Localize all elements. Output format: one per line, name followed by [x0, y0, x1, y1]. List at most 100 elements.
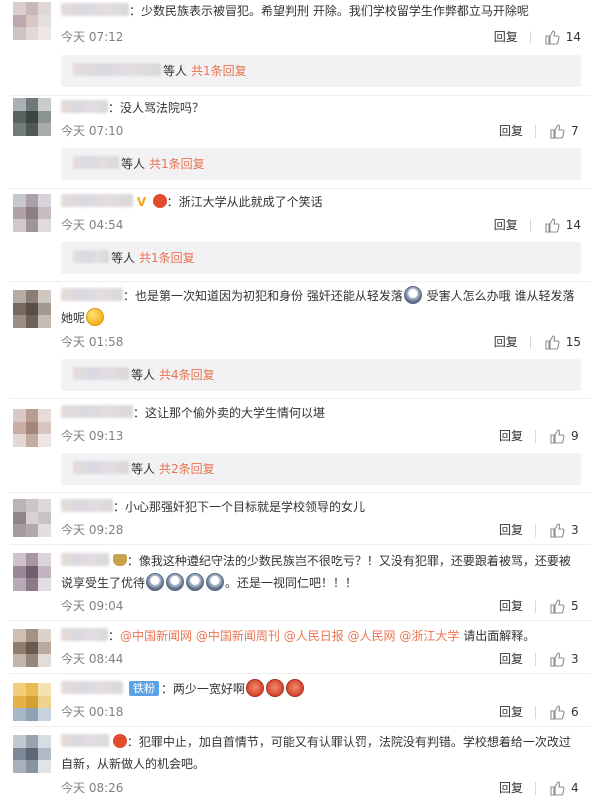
more-replies-link[interactable]: 共4条回复	[159, 368, 215, 382]
reply-button[interactable]: 回复	[499, 428, 523, 444]
crown-badge-icon	[112, 554, 127, 566]
username-blurred[interactable]	[61, 100, 108, 113]
like-icon[interactable]	[544, 334, 560, 350]
like-icon[interactable]	[549, 780, 565, 796]
username-blurred[interactable]	[61, 553, 109, 566]
mention-link[interactable]: @浙江大学	[399, 629, 459, 643]
divider	[535, 599, 536, 613]
comment-text-continuation: 她呢	[61, 307, 591, 329]
mention-link[interactable]: @中国新闻网	[120, 629, 192, 643]
username-blurred[interactable]	[73, 367, 129, 380]
like-count: 14	[565, 30, 581, 44]
avatar[interactable]	[13, 499, 51, 537]
like-icon[interactable]	[544, 217, 560, 233]
sub-replies-box[interactable]: 等人 共4条回复	[61, 359, 581, 391]
sub-replies-box[interactable]: 等人 共2条回复	[61, 453, 581, 485]
comment-text: ：这让那个偷外卖的大学生情何以堪	[61, 402, 591, 424]
like-icon[interactable]	[549, 651, 565, 667]
crying-emoji-icon	[166, 573, 185, 591]
more-replies-link[interactable]: 共2条回复	[159, 462, 215, 476]
level-badge-icon	[152, 194, 167, 208]
divider	[10, 398, 591, 399]
comment-actions: 回复 14	[494, 217, 581, 233]
username-blurred[interactable]	[61, 734, 109, 747]
reply-button[interactable]: 回复	[499, 123, 523, 139]
comment-time: 今天 08:26	[61, 781, 124, 795]
avatar[interactable]	[13, 98, 51, 136]
sub-replies-box[interactable]: 等人 共1条回复	[61, 242, 581, 274]
comment-text: ：也是第一次知道因为初犯和身份 强奸还能从轻发落 受害人怎么办哦 谁从轻发落	[61, 285, 591, 307]
comment-actions: 回复 3	[499, 651, 581, 667]
like-count: 5	[571, 599, 579, 613]
mention-link[interactable]: @中国新闻周刊	[196, 629, 280, 643]
username-blurred[interactable]	[61, 681, 123, 694]
avatar[interactable]	[13, 2, 51, 40]
username-blurred[interactable]	[73, 156, 119, 169]
username-blurred[interactable]	[61, 288, 123, 301]
username-blurred[interactable]	[61, 628, 108, 641]
like-icon[interactable]	[549, 522, 565, 538]
divider	[529, 30, 531, 44]
reply-button[interactable]: 回复	[499, 651, 523, 667]
reply-button[interactable]: 回复	[499, 704, 523, 720]
like-icon[interactable]	[544, 29, 560, 45]
divider	[10, 95, 591, 96]
username-blurred[interactable]	[61, 499, 113, 512]
sub-replies-box[interactable]: 等人 共1条回复	[61, 148, 581, 180]
divider	[535, 705, 536, 719]
avatar[interactable]	[13, 553, 51, 591]
comment-text-continuation: 自新，从新做人的机会吧。	[61, 757, 206, 771]
divider	[535, 429, 536, 443]
comment-time: 今天 09:28	[61, 523, 124, 537]
username-blurred[interactable]	[73, 63, 161, 76]
comment-time: 今天 09:04	[61, 599, 124, 613]
like-icon[interactable]	[549, 123, 565, 139]
comment-text: ：@中国新闻网 @中国新闻周刊 @人民日报 @人民网 @浙江大学 请出面解释。	[61, 625, 591, 647]
mention-link[interactable]: @人民网	[348, 629, 396, 643]
mention-link[interactable]: @人民日报	[284, 629, 344, 643]
comment-actions: 回复 15	[494, 334, 581, 350]
reply-button[interactable]: 回复	[499, 780, 523, 796]
crying-emoji-icon	[206, 573, 225, 591]
like-count: 3	[571, 523, 579, 537]
avatar[interactable]	[13, 629, 51, 667]
username-blurred[interactable]	[61, 194, 133, 207]
like-icon[interactable]	[549, 598, 565, 614]
pig-emoji-icon	[245, 679, 264, 697]
username-blurred[interactable]	[73, 250, 109, 263]
comment-time: 今天 00:18	[61, 705, 124, 719]
divider	[10, 726, 591, 727]
divider	[10, 620, 591, 621]
reply-button[interactable]: 回复	[494, 334, 518, 350]
avatar[interactable]	[13, 290, 51, 328]
like-icon[interactable]	[549, 428, 565, 444]
username-blurred[interactable]	[61, 3, 129, 16]
comment-time: 今天 07:12	[61, 30, 124, 44]
reply-button[interactable]: 回复	[494, 29, 518, 45]
comment-actions: 回复 4	[499, 780, 581, 796]
username-blurred[interactable]	[61, 405, 133, 418]
fan-badge: 铁粉	[128, 681, 159, 696]
pig-emoji-icon	[265, 679, 284, 697]
sub-replies-box[interactable]: 等人 共1条回复	[61, 55, 581, 87]
like-count: 9	[571, 429, 579, 443]
like-count: 15	[565, 335, 581, 349]
reply-button[interactable]: 回复	[494, 217, 518, 233]
comment-time: 今天 08:44	[61, 652, 124, 666]
comment-text: ：像我这种遵纪守法的少数民族岂不很吃亏？！又没有犯罪，还要跟着被骂，还要被	[61, 550, 591, 572]
like-icon[interactable]	[549, 704, 565, 720]
reply-button[interactable]: 回复	[499, 598, 523, 614]
avatar[interactable]	[13, 683, 51, 721]
verified-icon: V	[136, 195, 147, 209]
username-blurred[interactable]	[73, 461, 129, 474]
more-replies-link[interactable]: 共1条回复	[149, 157, 205, 171]
more-replies-link[interactable]: 共1条回复	[191, 64, 247, 78]
avatar[interactable]	[13, 194, 51, 232]
more-replies-link[interactable]: 共1条回复	[139, 251, 195, 265]
avatar[interactable]	[13, 735, 51, 773]
level-badge-icon	[112, 734, 127, 748]
pig-emoji-icon	[285, 679, 304, 697]
divider	[535, 781, 536, 795]
reply-button[interactable]: 回复	[499, 522, 523, 538]
avatar[interactable]	[13, 409, 51, 447]
